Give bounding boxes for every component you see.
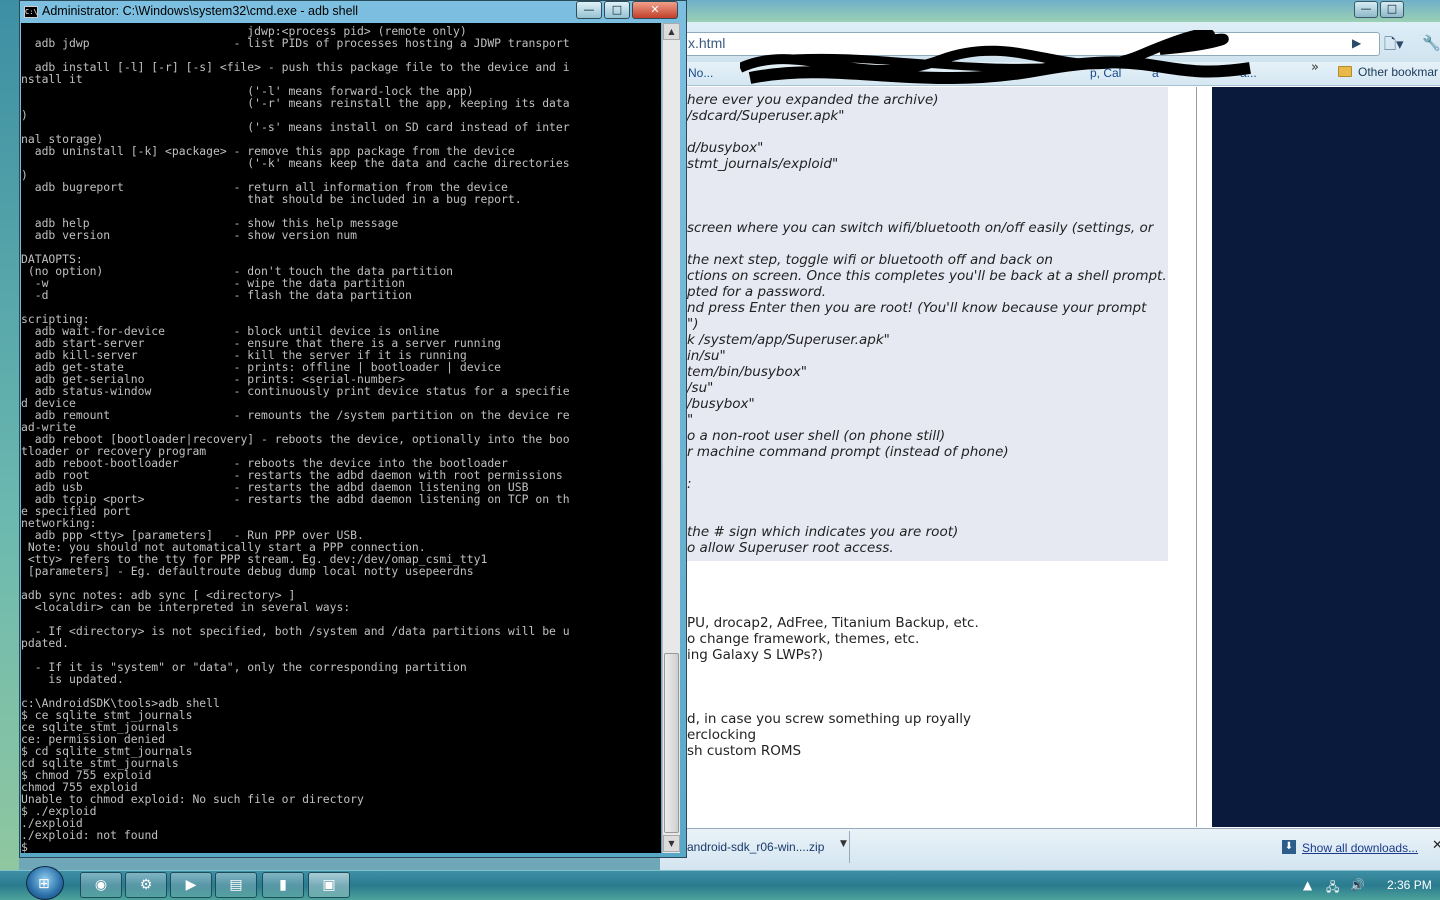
browser-minimize-button[interactable]: — bbox=[1354, 1, 1378, 18]
scroll-thumb[interactable] bbox=[664, 653, 679, 833]
cmd-title: Administrator: C:\Windows\system32\cmd.e… bbox=[42, 4, 359, 18]
clock[interactable]: 2:36 PM bbox=[1387, 878, 1432, 892]
page-menu-icon[interactable]: 🗋▾ bbox=[1384, 34, 1404, 59]
cmd-minimize-button[interactable]: — bbox=[576, 1, 602, 19]
cmd-maximize-button[interactable]: □ bbox=[604, 1, 630, 19]
bookmarks-overflow-button[interactable]: » bbox=[1311, 60, 1319, 75]
browser-window: — □ x.html ▶ 🗋▾ 🔧 No... p, Cal a a... » … bbox=[660, 0, 1440, 870]
console-output[interactable]: jdwp:<process pid> (remote only) adb jdw… bbox=[21, 23, 661, 853]
other-bookmarks[interactable]: Other bookmar bbox=[1358, 65, 1438, 79]
page-text-line: the # sign which indicates you are root) bbox=[687, 524, 959, 540]
go-icon[interactable]: ▶ bbox=[1352, 36, 1361, 50]
page-text-line: d, in case you screw something up royall… bbox=[687, 711, 971, 727]
redaction-scribble bbox=[740, 30, 1251, 85]
page-text-line: o allow Superuser root access. bbox=[687, 540, 894, 556]
page-text-line: nd press Enter then you are root! (You'l… bbox=[687, 300, 1147, 316]
address-text: x.html bbox=[688, 35, 726, 51]
cmd-icon[interactable]: ▣ bbox=[308, 872, 350, 898]
browser-titlebar[interactable] bbox=[660, 0, 1440, 22]
console-text: jdwp:<process pid> (remote only) adb jdw… bbox=[21, 24, 570, 853]
page-text-line: ") bbox=[687, 316, 699, 332]
cmd-close-button[interactable]: ✕ bbox=[632, 1, 678, 19]
download-icon: ⬇ bbox=[1282, 840, 1296, 854]
page-text-line: o a non-root user shell (on phone still) bbox=[687, 428, 946, 444]
download-filename[interactable]: android-sdk_r06-win....zip bbox=[687, 840, 824, 854]
volume-icon[interactable]: 🔊 bbox=[1350, 878, 1365, 892]
close-download-shelf-icon[interactable]: ✕ bbox=[1432, 838, 1440, 853]
page-text-line: o change framework, themes, etc. bbox=[687, 631, 920, 647]
page-text-line: /busybox" bbox=[687, 396, 755, 412]
folder-icon bbox=[1338, 66, 1352, 77]
page-text-line: the next step, toggle wifi or bluetooth … bbox=[687, 252, 1053, 268]
wrench-icon[interactable]: 🔧 bbox=[1422, 34, 1440, 52]
cmd-window-icon[interactable]: C:\ bbox=[24, 6, 38, 18]
page-text-line: " bbox=[687, 412, 694, 428]
page-text-line: tem/bin/busybox" bbox=[687, 364, 807, 380]
show-all-downloads-link[interactable]: Show all downloads... bbox=[1302, 841, 1418, 855]
page-text-line: pted for a password. bbox=[687, 284, 827, 300]
cmd-window: C:\ Administrator: C:\Windows\system32\c… bbox=[19, 0, 687, 858]
page-text-line: d/busybox" bbox=[687, 140, 764, 156]
page-text-line: r machine command prompt (instead of pho… bbox=[687, 444, 1009, 460]
chrome-icon[interactable]: ◉ bbox=[80, 872, 122, 898]
scroll-down-icon[interactable]: ▼ bbox=[663, 835, 680, 852]
browser-maximize-button[interactable]: □ bbox=[1380, 1, 1404, 18]
network-tray-icon[interactable]: 🖧 bbox=[1326, 878, 1339, 899]
desktop-background bbox=[0, 0, 19, 870]
network-icon[interactable]: ⚙ bbox=[125, 872, 167, 898]
tray-expand-icon[interactable]: ▲ bbox=[1303, 878, 1312, 892]
page-text-line: : bbox=[687, 476, 692, 492]
bookmark-item[interactable]: No... bbox=[688, 66, 713, 80]
page-text-line: screen where you can switch wifi/bluetoo… bbox=[687, 220, 1154, 236]
page-text-line: sh custom ROMS bbox=[687, 743, 802, 759]
page-text-line: ctions on screen. Once this completes yo… bbox=[687, 268, 1167, 284]
page-text-line: /sdcard/Superuser.apk" bbox=[687, 108, 845, 124]
windows-logo-icon: ⊞ bbox=[38, 876, 50, 892]
page-text-line: erclocking bbox=[687, 727, 757, 743]
page-text-line: PU, drocap2, AdFree, Titanium Backup, et… bbox=[687, 615, 979, 631]
download-menu-icon[interactable]: ▼ bbox=[840, 839, 847, 849]
page-text-line: stmt_journals/exploid" bbox=[687, 156, 839, 172]
media-player-icon[interactable]: ▶ bbox=[170, 872, 212, 898]
explorer-icon[interactable]: ▤ bbox=[215, 872, 257, 898]
page-text-line: k /system/app/Superuser.apk" bbox=[687, 332, 890, 348]
page-sidebar bbox=[1212, 87, 1440, 827]
page-text-line: in/su" bbox=[687, 348, 726, 364]
page-text-line: /su" bbox=[687, 380, 714, 396]
scroll-up-icon[interactable]: ▲ bbox=[663, 23, 680, 40]
page-text-line: ing Galaxy S LWPs?) bbox=[687, 647, 824, 663]
phone-icon[interactable]: ▮ bbox=[262, 872, 304, 898]
console-scrollbar[interactable]: ▲ ▼ bbox=[662, 23, 680, 853]
